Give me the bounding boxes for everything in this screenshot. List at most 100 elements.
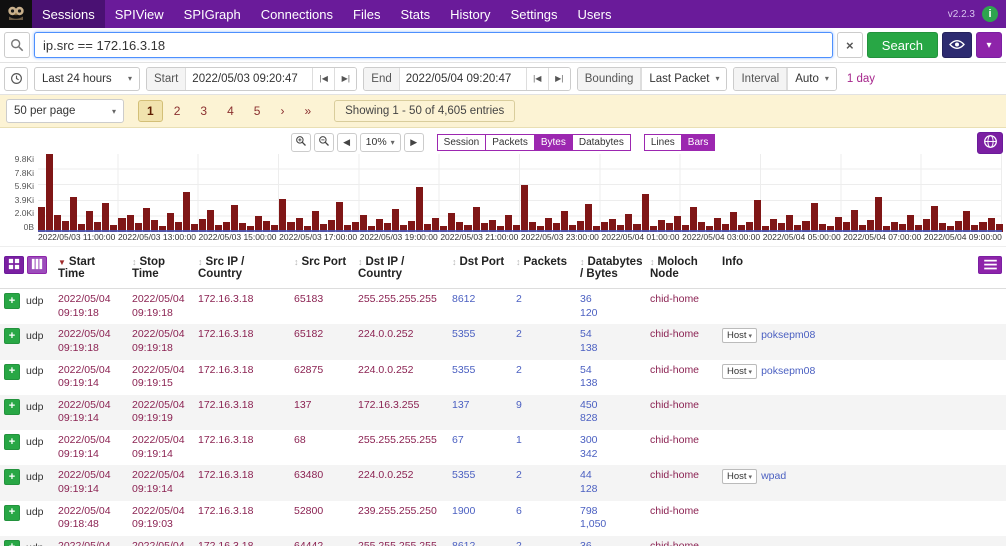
- databytes-value[interactable]: 450: [580, 399, 642, 413]
- node-value[interactable]: chid-home: [650, 469, 699, 481]
- info-host-dropdown[interactable]: Host▾: [722, 328, 757, 343]
- nav-item-files[interactable]: Files: [343, 0, 390, 28]
- zoom-level-select[interactable]: 10% ▾: [360, 133, 401, 152]
- page-link-2[interactable]: 2: [165, 100, 190, 122]
- metric-databytes-button[interactable]: Databytes: [572, 134, 631, 151]
- col-header-node[interactable]: ↕Moloch Node: [646, 251, 718, 289]
- src-ip-value[interactable]: 172.16.3.18: [198, 469, 253, 481]
- databytes-value[interactable]: 300: [580, 434, 642, 448]
- node-value[interactable]: chid-home: [650, 434, 699, 446]
- start-value[interactable]: 2022/05/04 09:18:45: [58, 540, 111, 546]
- src-port-value[interactable]: 65182: [294, 328, 323, 340]
- packets-value[interactable]: 6: [516, 505, 522, 517]
- expand-session-button[interactable]: +: [4, 293, 20, 309]
- node-value[interactable]: chid-home: [650, 399, 699, 411]
- dst-port-value[interactable]: 137: [452, 399, 470, 411]
- nav-item-spiview[interactable]: SPIView: [105, 0, 174, 28]
- stop-value[interactable]: 2022/05/04 09:19:18: [132, 293, 185, 319]
- col-header-dst-port[interactable]: ↕Dst Port: [448, 251, 512, 289]
- col-header-databytes[interactable]: ↕Databytes / Bytes: [576, 251, 646, 289]
- col-header-stop[interactable]: ↕Stop Time: [128, 251, 194, 289]
- databytes-value[interactable]: 44: [580, 469, 642, 483]
- databytes-value[interactable]: 54: [580, 328, 642, 342]
- expand-session-button[interactable]: +: [4, 399, 20, 415]
- stop-value[interactable]: 2022/05/04 09:19:18: [132, 328, 185, 354]
- start-value[interactable]: 2022/05/04 09:19:18: [58, 293, 111, 319]
- dst-ip-value[interactable]: 224.0.0.252: [358, 469, 413, 481]
- dst-ip-value[interactable]: 224.0.0.252: [358, 328, 413, 340]
- dst-port-value[interactable]: 8612: [452, 293, 475, 305]
- search-actions-dropdown[interactable]: ▾: [976, 32, 1002, 58]
- expand-session-button[interactable]: +: [4, 469, 20, 485]
- page-link-1[interactable]: 1: [138, 100, 163, 122]
- start-value[interactable]: 2022/05/04 09:19:14: [58, 364, 111, 390]
- start-value[interactable]: 2022/05/04 09:19:14: [58, 434, 111, 460]
- metric-session-button[interactable]: Session: [437, 134, 487, 151]
- metric-bytes-button[interactable]: Bytes: [534, 134, 573, 151]
- expand-session-button[interactable]: +: [4, 364, 20, 380]
- src-port-value[interactable]: 68: [294, 434, 306, 446]
- src-port-value[interactable]: 52800: [294, 505, 323, 517]
- expand-session-button[interactable]: +: [4, 328, 20, 344]
- info-host-value[interactable]: poksepm08: [761, 329, 815, 341]
- dst-port-value[interactable]: 1900: [452, 505, 475, 517]
- stop-value[interactable]: 2022/05/04 09:18:45: [132, 540, 185, 546]
- page-link-5[interactable]: 5: [245, 100, 270, 122]
- pan-right-button[interactable]: ▶: [404, 133, 424, 152]
- src-port-value[interactable]: 65183: [294, 293, 323, 305]
- info-host-value[interactable]: poksepm08: [761, 365, 815, 377]
- start-step-backward-button[interactable]: |◀: [312, 68, 334, 90]
- node-value[interactable]: chid-home: [650, 505, 699, 517]
- column-config-button[interactable]: [27, 256, 47, 274]
- metric-packets-button[interactable]: Packets: [485, 134, 535, 151]
- dst-ip-value[interactable]: 239.255.255.250: [358, 505, 437, 517]
- src-ip-value[interactable]: 172.16.3.18: [198, 505, 253, 517]
- bytes-value[interactable]: 138: [580, 377, 642, 391]
- packets-value[interactable]: 1: [516, 434, 522, 446]
- databytes-value[interactable]: 36: [580, 293, 642, 307]
- packets-value[interactable]: 2: [516, 469, 522, 481]
- search-button[interactable]: Search: [867, 32, 938, 58]
- databytes-value[interactable]: 54: [580, 364, 642, 378]
- start-time-input[interactable]: [186, 68, 312, 90]
- dst-port-value[interactable]: 5355: [452, 328, 475, 340]
- dst-port-value[interactable]: 5355: [452, 364, 475, 376]
- toggle-view-button[interactable]: [4, 256, 24, 274]
- src-ip-value[interactable]: 172.16.3.18: [198, 434, 253, 446]
- col-header-info[interactable]: Info: [718, 251, 1006, 289]
- per-page-select[interactable]: 50 per page ▾: [6, 99, 124, 123]
- info-host-dropdown[interactable]: Host▾: [722, 364, 757, 379]
- table-menu-button[interactable]: [978, 256, 1002, 274]
- zoom-in-button[interactable]: [291, 133, 311, 152]
- col-header-packets[interactable]: ↕Packets: [512, 251, 576, 289]
- bounding-select[interactable]: Last Packet ▾: [641, 68, 726, 90]
- bytes-value[interactable]: 120: [580, 307, 642, 321]
- col-header-dst-ip[interactable]: ↕Dst IP / Country: [354, 251, 448, 289]
- clock-icon[interactable]: [4, 67, 28, 91]
- src-ip-value[interactable]: 172.16.3.18: [198, 364, 253, 376]
- col-header-start[interactable]: ▼Start Time: [54, 251, 128, 289]
- start-value[interactable]: 2022/05/04 09:19:14: [58, 469, 111, 495]
- map-toggle-button[interactable]: [977, 132, 1003, 154]
- dst-ip-value[interactable]: 172.16.3.255: [358, 399, 419, 411]
- start-step-forward-button[interactable]: ▶|: [334, 68, 356, 90]
- databytes-value[interactable]: 798: [580, 505, 642, 519]
- stop-value[interactable]: 2022/05/04 09:19:14: [132, 434, 185, 460]
- src-port-value[interactable]: 64442: [294, 540, 323, 546]
- zoom-out-button[interactable]: [314, 133, 334, 152]
- help-icon[interactable]: i: [982, 6, 998, 22]
- page-link-3[interactable]: 3: [191, 100, 216, 122]
- dst-port-value[interactable]: 67: [452, 434, 464, 446]
- nav-item-settings[interactable]: Settings: [501, 0, 568, 28]
- src-port-value[interactable]: 63480: [294, 469, 323, 481]
- nav-item-sessions[interactable]: Sessions: [32, 0, 105, 28]
- bytes-value[interactable]: 342: [580, 448, 642, 462]
- owl-logo[interactable]: [0, 0, 32, 28]
- node-value[interactable]: chid-home: [650, 540, 699, 546]
- bytes-value[interactable]: 828: [580, 412, 642, 426]
- style-lines-button[interactable]: Lines: [644, 134, 682, 151]
- src-ip-value[interactable]: 172.16.3.18: [198, 399, 253, 411]
- info-host-dropdown[interactable]: Host▾: [722, 469, 757, 484]
- nav-item-history[interactable]: History: [440, 0, 500, 28]
- bytes-value[interactable]: 128: [580, 483, 642, 497]
